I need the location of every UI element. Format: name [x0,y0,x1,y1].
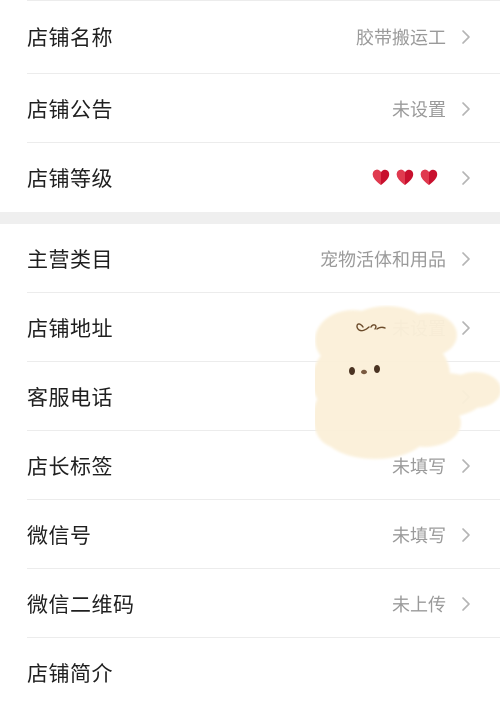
row-label: 店铺地址 [27,316,113,341]
heart-icon [420,169,438,186]
row-wechat-qrcode[interactable]: 微信二维码 未上传 [0,569,500,638]
heart-icon [396,169,414,186]
row-label: 微信号 [27,523,92,548]
section-gap [0,212,500,224]
chevron-right-icon [456,249,476,269]
heart-icon [372,169,390,186]
chevron-right-icon [456,594,476,614]
row-label: 店铺公告 [27,97,113,122]
store-info-section: 店铺名称 胶带搬运工 店铺公告 未设置 店铺等级 [0,0,500,212]
row-label: 主营类目 [27,247,113,272]
row-value: 宠物活体和用品 [320,249,446,271]
level-hearts [372,169,438,186]
chevron-right-icon [456,387,476,407]
row-store-name[interactable]: 店铺名称 胶带搬运工 [0,0,500,74]
divider [27,0,500,1]
row-manager-tag[interactable]: 店长标签 未填写 [0,431,500,500]
row-label: 店铺名称 [27,26,113,50]
row-service-phone[interactable]: 客服电话 [0,362,500,431]
chevron-right-icon [456,318,476,338]
row-wechat-id[interactable]: 微信号 未填写 [0,500,500,569]
row-main-category[interactable]: 主营类目 宠物活体和用品 [0,224,500,293]
row-label: 店铺简介 [27,661,113,686]
chevron-right-icon [456,525,476,545]
chevron-right-icon [456,99,476,119]
row-store-intro[interactable]: 店铺简介 [0,638,500,707]
row-value: 未设置 [392,318,446,340]
chevron-right-icon [456,168,476,188]
row-value: 胶带搬运工 [356,28,446,49]
row-store-announcement[interactable]: 店铺公告 未设置 [0,74,500,143]
row-value: 未填写 [392,456,446,478]
row-value: 未填写 [392,525,446,547]
row-store-address[interactable]: 店铺地址 未设置 [0,293,500,362]
row-label: 客服电话 [27,385,113,410]
chevron-right-icon [456,456,476,476]
row-store-level[interactable]: 店铺等级 [0,143,500,212]
store-detail-section: 主营类目 宠物活体和用品 店铺地址 未设置 客服电话 店长标签 未填写 微信号 … [0,224,500,707]
row-value: 未设置 [392,99,446,121]
row-label: 店铺等级 [27,166,113,191]
row-value: 未上传 [392,594,446,616]
chevron-right-icon [456,27,476,47]
row-label: 店长标签 [27,454,113,479]
row-label: 微信二维码 [27,592,135,617]
